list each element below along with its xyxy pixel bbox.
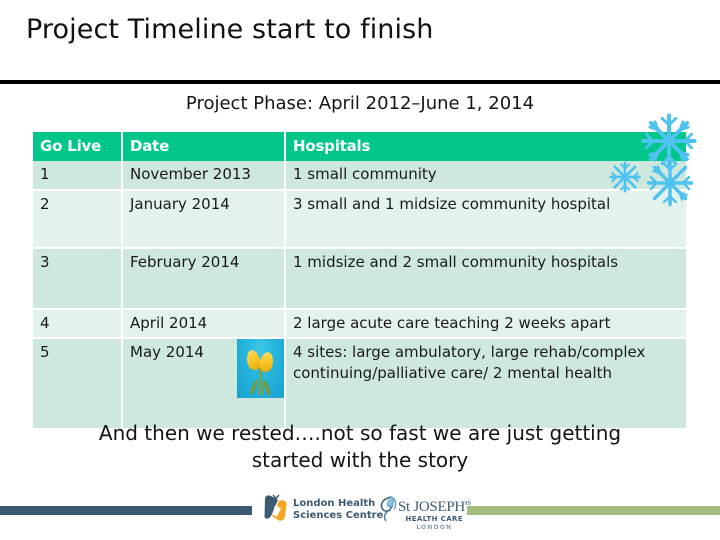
cell-date: February 2014 [122, 248, 286, 310]
closing-text: And then we rested….not so fast we are j… [98, 421, 622, 472]
cell-hospitals: 1 small community [285, 161, 686, 191]
cell-date: November 2013 [122, 161, 286, 191]
cell-go-live: 3 [33, 248, 123, 310]
tulip-bud [258, 350, 275, 374]
table-body: 1 November 2013 1 small community 2 Janu… [33, 161, 686, 430]
table-header: Go Live Date Hospitals [33, 132, 686, 161]
cell-go-live: 2 [33, 190, 123, 249]
cell-date: April 2014 [122, 309, 286, 339]
table-header-row: Go Live Date Hospitals [33, 132, 686, 161]
stjoseph-logo-text: St JOSEPH's HEALTH CARE LONDON [398, 495, 471, 532]
cell-go-live: 1 [33, 161, 123, 191]
table-row: 5 May 2014 4 sites: large ambulatory, la [33, 338, 686, 430]
cell-hospitals: 2 large acute care teaching 2 weeks apar… [285, 309, 686, 339]
table-row: 3 February 2014 1 midsize and 2 small co… [33, 248, 686, 310]
stjoseph-logo-icon [380, 496, 397, 522]
stjoseph-logo-line2: HEALTH CARE [405, 515, 464, 523]
table-row: 1 November 2013 1 small community [33, 161, 686, 191]
timeline-table: Go Live Date Hospitals 1 November 2013 1… [33, 132, 686, 430]
cell-date: May 2014 [122, 338, 286, 430]
cell-hospitals: 4 sites: large ambulatory, large rehab/c… [285, 338, 686, 430]
cell-hospitals: 1 midsize and 2 small community hospital… [285, 248, 686, 310]
table-row: 4 April 2014 2 large acute care teaching… [33, 309, 686, 339]
cell-date: January 2014 [122, 190, 286, 249]
lhsc-logo-text: London Health Sciences Centre [293, 498, 383, 521]
lhsc-logo-line2: Sciences Centre [293, 509, 384, 521]
stjoseph-logo-line3: LONDON [416, 524, 453, 531]
cell-date-text: May 2014 [130, 343, 204, 361]
footer-bar-right [467, 506, 720, 515]
cell-go-live: 4 [33, 309, 123, 339]
page-title: Project Timeline start to finish [26, 14, 434, 45]
cell-hospitals: 3 small and 1 midsize community hospital [285, 190, 686, 249]
subtitle: Project Phase: April 2012–June 1, 2014 [185, 93, 535, 114]
tulip-photo-icon [237, 339, 284, 398]
column-header-hospitals: Hospitals [285, 132, 686, 161]
footer-bar-left [0, 506, 252, 515]
lhsc-logo: London Health Sciences Centre [263, 492, 383, 530]
stjoseph-logo-line1: St JOSEPH's [398, 495, 471, 515]
slide-canvas: Project Timeline start to finish Project… [0, 0, 720, 540]
timeline-table-wrap: Go Live Date Hospitals 1 November 2013 1… [33, 132, 686, 430]
cell-go-live: 5 [33, 338, 123, 430]
lhsc-logo-icon [264, 494, 287, 521]
stjoseph-logo-line1-main: St JOSEPH' [398, 499, 468, 515]
title-divider [0, 80, 720, 84]
column-header-date: Date [122, 132, 286, 161]
stjoseph-logo: St JOSEPH's HEALTH CARE LONDON [377, 492, 471, 531]
lhsc-logo-line1: London Health [293, 498, 376, 509]
column-header-go-live: Go Live [33, 132, 123, 161]
table-row: 2 January 2014 3 small and 1 midsize com… [33, 190, 686, 249]
stjoseph-logo-superscript: s [467, 497, 471, 507]
